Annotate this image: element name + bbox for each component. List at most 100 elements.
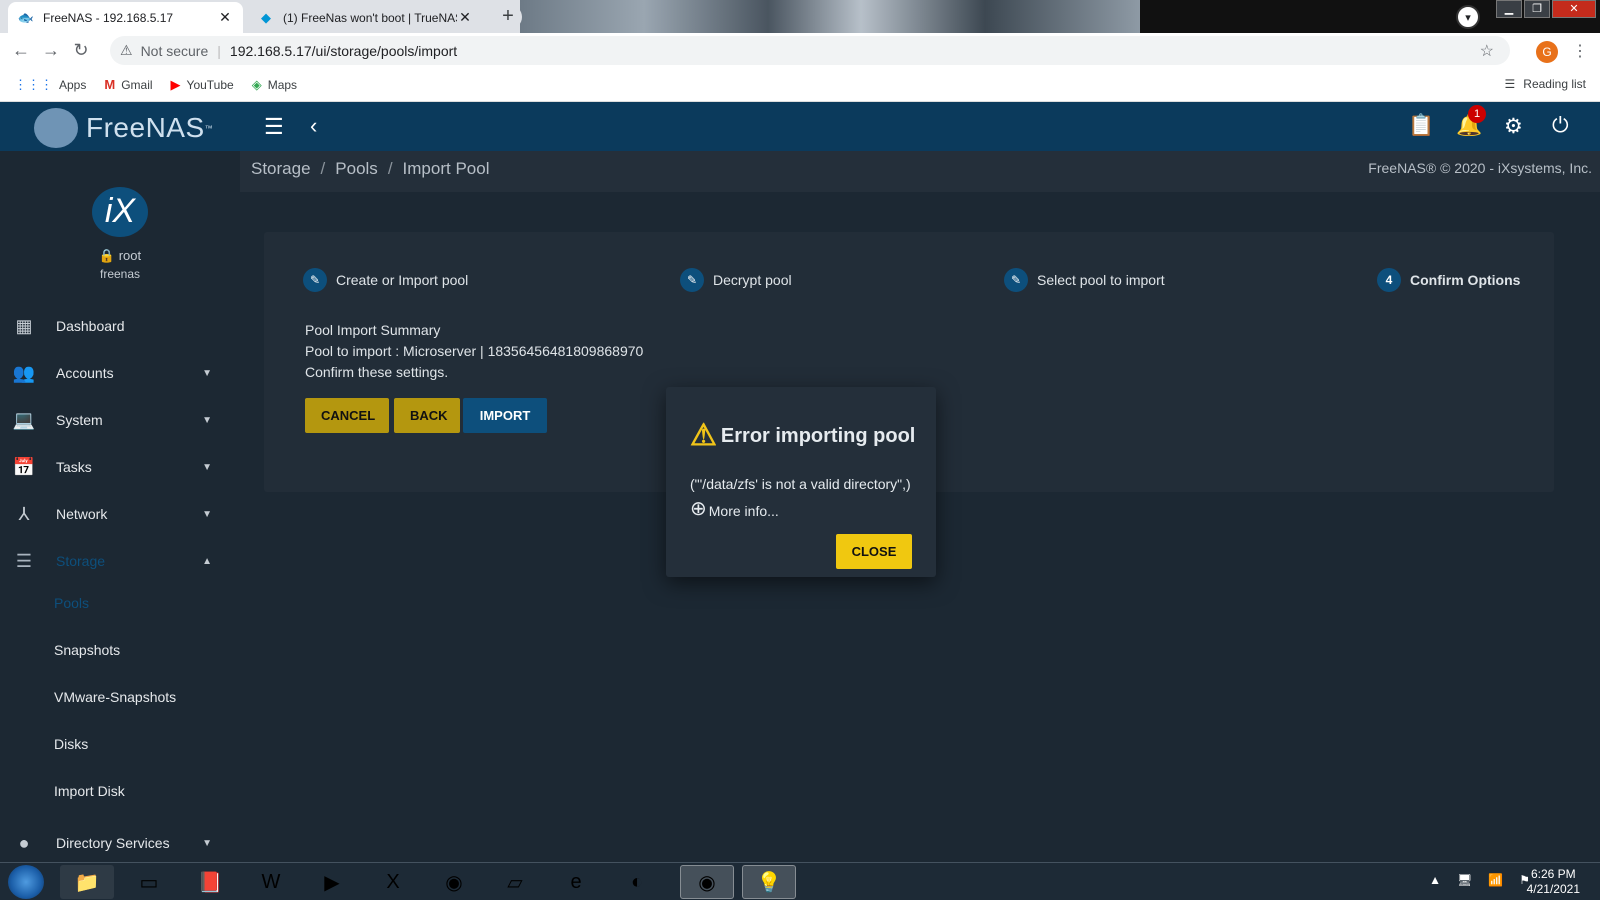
chevron-down-icon: ▼ (202, 837, 212, 849)
internet-explorer-icon[interactable]: e (549, 865, 603, 899)
people-icon: 👥 (12, 362, 36, 383)
bookmark-apps[interactable]: ⋮⋮⋮ Apps (14, 77, 86, 93)
network-status-icon[interactable]: 🖥 (1457, 873, 1472, 887)
bookmarks-bar: ⋮⋮⋮ Apps M Gmail ▶ YouTube ◈ Maps ☰ Read… (0, 68, 1600, 102)
file-explorer-icon[interactable]: 📁 (60, 865, 114, 899)
sidebar-item-accounts[interactable]: 👥 Accounts ▼ (0, 351, 240, 395)
sidebar-item-tasks[interactable]: 📅 Tasks ▼ (0, 445, 240, 489)
address-bar[interactable]: ⚠ Not secure | 192.168.5.17/ui/storage/p… (110, 36, 1510, 65)
step-label: Decrypt pool (713, 272, 792, 288)
power-icon[interactable]: ⏻ (1552, 114, 1569, 138)
summary-title: Pool Import Summary (305, 322, 441, 338)
bookmark-gmail[interactable]: M Gmail (104, 77, 152, 92)
window-controls: ▁ ❐ ✕ (1496, 0, 1596, 18)
close-tab-icon[interactable]: ✕ (457, 9, 473, 26)
notepad-icon[interactable]: ▱ (488, 865, 542, 899)
sidebar-item-storage[interactable]: ☰ Storage ▲ (0, 539, 240, 583)
import-button[interactable]: IMPORT (463, 398, 547, 433)
step-confirm-options[interactable]: 4 Confirm Options (1377, 268, 1520, 292)
cancel-button[interactable]: CANCEL (305, 398, 389, 433)
sidebar-item-network[interactable]: ⅄ Network ▼ (0, 492, 240, 536)
summary-pool-line: Pool to import : Microserver | 183564564… (305, 343, 644, 359)
back-arrow-icon[interactable]: ← (6, 40, 36, 61)
url-text[interactable]: 192.168.5.17/ui/storage/pools/import (230, 43, 457, 59)
sidebar-item-system[interactable]: 💻 System ▼ (0, 398, 240, 442)
sidebar-item-dashboard[interactable]: ▦ Dashboard (0, 304, 240, 348)
not-secure-label[interactable]: Not secure (141, 43, 209, 59)
restore-icon[interactable]: ❐ (1524, 0, 1550, 18)
start-button[interactable] (8, 865, 44, 899)
warning-icon: ⚠ (690, 419, 717, 452)
step-select-pool[interactable]: ✎ Select pool to import (1004, 268, 1165, 292)
flashlight-app-icon[interactable]: 💡 (742, 865, 796, 899)
step-create-or-import[interactable]: ✎ Create or Import pool (303, 268, 468, 292)
browser-tab-truenas-forum[interactable]: ◆ (1) FreeNas won't boot | TrueNAS ✕ (248, 2, 483, 33)
excel-icon[interactable]: X (366, 865, 420, 899)
clock-date: 4/21/2021 (1526, 882, 1580, 896)
sidebar-subitem-import-disk[interactable]: Import Disk (54, 783, 125, 799)
import-summary: Pool Import Summary Pool to import : Mic… (305, 320, 643, 383)
breadcrumb-storage[interactable]: Storage (251, 159, 311, 179)
close-tab-icon[interactable]: ✕ (217, 9, 233, 26)
forward-arrow-icon[interactable]: → (36, 40, 66, 61)
freenas-logo[interactable]: FreeNAS ™ (34, 108, 213, 148)
profile-avatar[interactable]: G (1536, 41, 1558, 63)
pdf-reader-icon[interactable]: 📕 (183, 865, 237, 899)
freenas-favicon-icon: 🐟 (17, 9, 35, 25)
sidebar-subitem-snapshots[interactable]: Snapshots (54, 642, 120, 658)
directory-icon: ● (18, 832, 30, 853)
new-tab-button[interactable]: + (494, 5, 522, 29)
sidebar-subitem-pools[interactable]: Pools (54, 595, 89, 611)
chevron-down-icon: ▼ (202, 367, 212, 379)
youtube-icon: ▶ (170, 76, 181, 92)
close-button[interactable]: CLOSE (836, 534, 912, 569)
browser-menu-icon[interactable]: ⋮ (1572, 41, 1588, 61)
collapse-sidebar-icon[interactable]: ‹ (310, 113, 317, 139)
reload-icon[interactable]: ↻ (66, 40, 96, 61)
warning-triangle-icon[interactable]: ⚠ (120, 42, 133, 59)
clipboard-icon[interactable]: 📋 (1408, 114, 1434, 138)
command-prompt-icon[interactable]: ▭ (122, 865, 176, 899)
tab-search-icon[interactable]: ▾ (1456, 5, 1480, 29)
chevron-up-icon: ▲ (202, 555, 212, 567)
chrome-profile-icon[interactable]: ◉ (680, 865, 734, 899)
step-number: 4 (1377, 268, 1401, 292)
reading-list-icon: ☰ (1504, 77, 1516, 91)
sidebar-item-label: Tasks (56, 459, 92, 475)
chevron-down-icon: ▼ (202, 461, 212, 473)
more-info-link[interactable]: ⊕ More info... (690, 499, 779, 519)
sidebar-item-directory-services[interactable]: ● Directory Services ▼ (0, 821, 240, 862)
sidebar-subitem-vmware-snapshots[interactable]: VMware-Snapshots (54, 689, 176, 705)
sidebar-item-label: Directory Services (56, 835, 170, 851)
sidebar-item-label: Dashboard (56, 318, 125, 334)
desktop-wallpaper-strip (520, 0, 1140, 33)
sidebar-subitem-disks[interactable]: Disks (54, 736, 88, 752)
sidebar-item-label: Storage (56, 553, 106, 569)
minimize-icon[interactable]: ▁ (1496, 0, 1522, 18)
close-window-icon[interactable]: ✕ (1552, 0, 1596, 18)
step-decrypt-pool[interactable]: ✎ Decrypt pool (680, 268, 792, 292)
chrome-icon[interactable]: ◉ (427, 865, 481, 899)
sidebar-item-label: System (56, 412, 103, 428)
word-icon[interactable]: W (244, 865, 298, 899)
browser-tab-freenas[interactable]: 🐟 FreeNAS - 192.168.5.17 ✕ (8, 2, 243, 33)
copyright-text: FreeNAS® © 2020 - iXsystems, Inc. (1368, 160, 1592, 176)
logo-text: FreeNAS (86, 112, 205, 143)
gear-icon[interactable]: ⚙ (1504, 114, 1523, 139)
dialog-header: ⚠ Error importing pool (690, 421, 915, 451)
tray-expand-icon[interactable]: ▲ (1429, 873, 1441, 887)
reading-list-button[interactable]: ☰ Reading list (1505, 77, 1586, 91)
media-player-icon[interactable]: ▶ (305, 865, 359, 899)
breadcrumb-import-pool: Import Pool (402, 159, 490, 178)
clock[interactable]: 6:26 PM 4/21/2021 (1527, 867, 1580, 897)
dashboard-icon: ▦ (15, 315, 33, 336)
menu-hamburger-icon[interactable]: ☰ (264, 114, 284, 140)
signal-icon[interactable]: 📶 (1488, 873, 1503, 887)
back-button[interactable]: BACK (394, 398, 460, 433)
logo-tm: ™ (204, 123, 214, 133)
bookmark-youtube[interactable]: ▶ YouTube (171, 77, 234, 93)
edge-icon[interactable]: ◐ (610, 865, 664, 899)
bookmark-star-icon[interactable]: ☆ (1480, 41, 1494, 61)
bookmark-maps[interactable]: ◈ Maps (252, 77, 297, 93)
breadcrumb-pools[interactable]: Pools (335, 159, 378, 179)
